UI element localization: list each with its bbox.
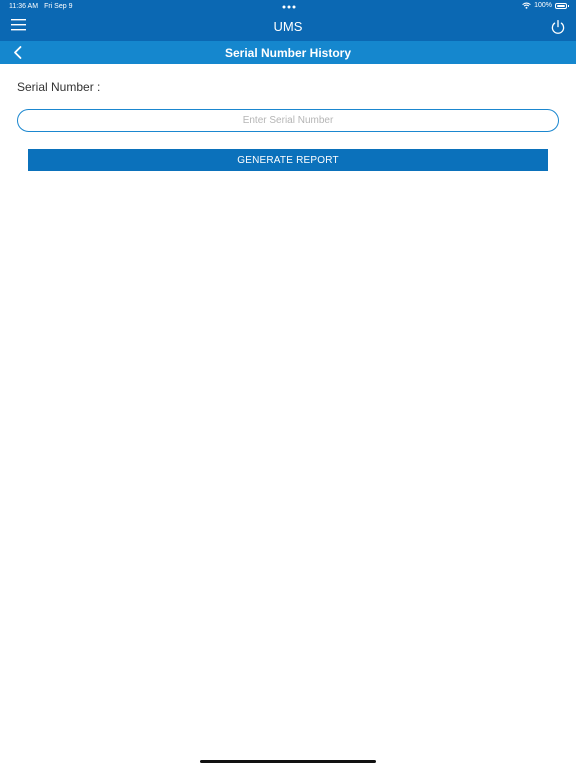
home-indicator[interactable] <box>200 760 376 763</box>
generate-report-button[interactable]: GENERATE REPORT <box>28 149 548 171</box>
status-date: Fri Sep 9 <box>44 3 73 10</box>
nav-bar: Serial Number History <box>0 41 576 64</box>
app-header: 11:36 AM Fri Sep 9 100% UMS <box>0 0 576 41</box>
page-title: Serial Number History <box>224 46 352 60</box>
menu-icon[interactable] <box>11 18 26 31</box>
app-title: UMS <box>273 19 303 34</box>
multitasking-dots-icon[interactable] <box>282 5 296 9</box>
status-bar: 11:36 AM Fri Sep 9 100% <box>0 0 576 14</box>
battery-icon <box>555 2 569 9</box>
status-time: 11:36 AM Fri Sep 9 <box>9 3 72 10</box>
battery-fill <box>557 4 565 7</box>
battery-percent: 100% <box>534 2 552 9</box>
wifi-icon <box>522 2 531 9</box>
serial-number-input[interactable] <box>17 109 559 132</box>
serial-number-label: Serial Number : <box>17 80 101 94</box>
status-time-label: 11:36 AM <box>9 3 39 10</box>
power-icon[interactable] <box>550 19 566 35</box>
status-right: 100% <box>522 2 569 9</box>
chevron-left-icon[interactable] <box>11 45 25 60</box>
